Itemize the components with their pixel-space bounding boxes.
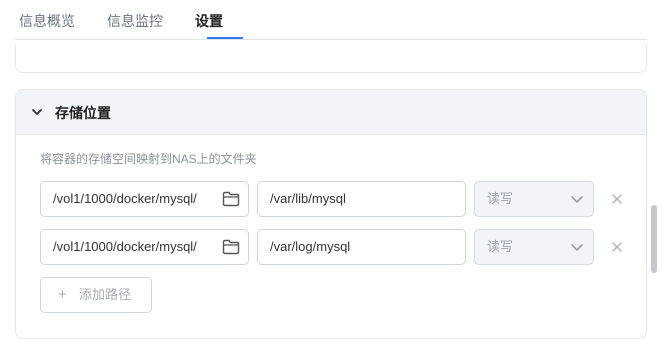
chevron-down-icon: [571, 244, 583, 251]
add-path-label: 添加路径: [79, 287, 132, 302]
close-icon[interactable]: [611, 193, 623, 205]
host-path-value: /vol1/1000/docker/mysql/: [53, 239, 197, 254]
active-tab-indicator: [207, 37, 243, 39]
storage-location-section: 存储位置 将容器的存储空间映射到NAS上的文件夹 /vol1/1000/dock…: [15, 89, 647, 339]
tab-monitor[interactable]: 信息监控: [107, 12, 163, 30]
add-path-button[interactable]: + 添加路径: [40, 277, 152, 313]
tab-bar: 信息概览 信息监控 设置: [15, 0, 647, 40]
section-description: 将容器的存储空间映射到NAS上的文件夹: [40, 152, 257, 166]
permission-select[interactable]: 读写: [474, 229, 594, 265]
section-header[interactable]: 存储位置: [16, 90, 646, 135]
scrollbar[interactable]: [651, 205, 657, 273]
chevron-down-icon: [571, 196, 583, 203]
section-title: 存储位置: [55, 105, 111, 121]
close-icon[interactable]: [611, 241, 623, 253]
container-path-input[interactable]: /var/log/mysql: [257, 229, 466, 265]
tab-settings[interactable]: 设置: [195, 12, 223, 30]
plus-icon: +: [58, 286, 67, 303]
tab-overview[interactable]: 信息概览: [19, 12, 75, 30]
previous-section-card: [15, 44, 647, 73]
container-path-input[interactable]: /var/lib/mysql: [257, 181, 466, 217]
folder-icon[interactable]: [222, 191, 240, 207]
chevron-down-icon[interactable]: [31, 106, 43, 118]
host-path-input[interactable]: /vol1/1000/docker/mysql/: [40, 181, 249, 217]
host-path-input[interactable]: /vol1/1000/docker/mysql/: [40, 229, 249, 265]
permission-value: 读写: [487, 191, 514, 206]
permission-value: 读写: [487, 239, 514, 254]
permission-select[interactable]: 读写: [474, 181, 594, 217]
host-path-value: /vol1/1000/docker/mysql/: [53, 191, 197, 206]
folder-icon[interactable]: [222, 239, 240, 255]
